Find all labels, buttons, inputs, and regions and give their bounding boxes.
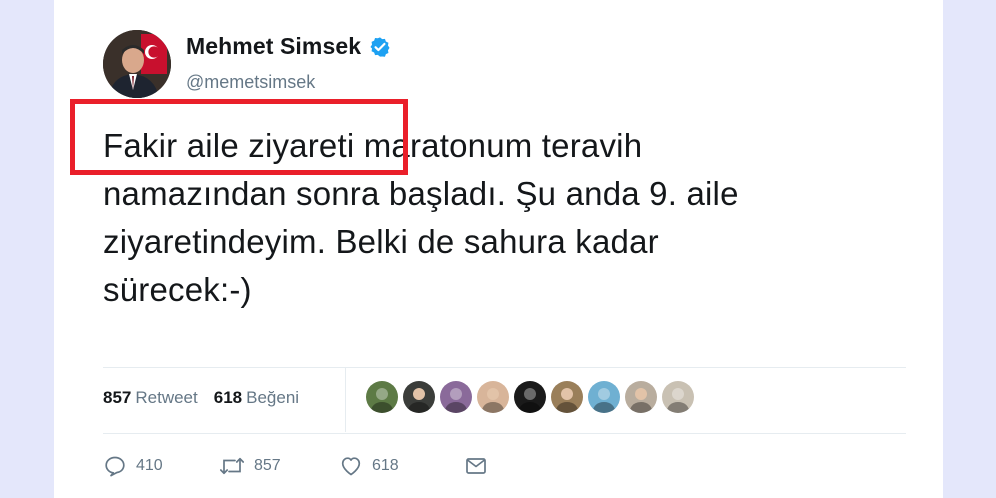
liker-avatar-image (403, 381, 435, 413)
like-action[interactable]: 618 (339, 454, 464, 478)
liker-avatar[interactable] (551, 381, 583, 413)
retweet-action[interactable]: 857 (219, 454, 339, 478)
author-handle[interactable]: @memetsimsek (186, 72, 315, 93)
liker-avatar[interactable] (625, 381, 657, 413)
retweet-count: 857 (254, 457, 281, 474)
retweet-stat-label: Retweet (135, 388, 198, 407)
liker-avatar-image (477, 381, 509, 413)
liker-avatar[interactable] (403, 381, 435, 413)
stats-top-divider (103, 367, 906, 368)
retweet-stat-count: 857 (103, 388, 132, 407)
liker-avatar[interactable] (366, 381, 398, 413)
tweet-actions: 410 857 618 (103, 454, 488, 478)
reply-action[interactable]: 410 (103, 454, 219, 478)
liker-avatar[interactable] (440, 381, 472, 413)
reply-icon (105, 456, 125, 477)
tweet-line-2: namazından sonra başladı. Şu anda 9. ail… (103, 175, 739, 212)
like-stat-count: 618 (213, 388, 243, 407)
like-stat[interactable]: 618 Beğeni (214, 388, 299, 408)
tweet-line-3: ziyaretindeyim. Belki de sahura kadar (103, 223, 659, 260)
retweet-stat[interactable]: 857 Retweet (103, 388, 198, 408)
liker-avatar-image (514, 381, 546, 413)
envelope-icon (466, 458, 486, 474)
retweet-icon (219, 457, 245, 475)
tweet-line-4: sürecek:-) (103, 271, 252, 308)
author-name-row[interactable]: Mehmet Simsek (186, 33, 391, 60)
liker-avatar-image (588, 381, 620, 413)
liker-avatar-image (625, 381, 657, 413)
liker-avatar[interactable] (588, 381, 620, 413)
liker-avatar[interactable] (514, 381, 546, 413)
tweet-stats: 857 Retweet 618 Beğeni (103, 388, 299, 408)
liker-avatar-image (662, 381, 694, 413)
liker-avatar-image (551, 381, 583, 413)
like-count: 618 (372, 457, 399, 474)
like-stat-label: Beğeni (246, 388, 300, 407)
avatar-image (103, 30, 171, 98)
author-avatar[interactable] (103, 30, 171, 98)
liker-avatar-image (366, 381, 398, 413)
reply-count: 410 (136, 457, 163, 474)
liker-avatar-image (440, 381, 472, 413)
liker-avatar[interactable] (662, 381, 694, 413)
heart-icon (341, 457, 361, 476)
author-name[interactable]: Mehmet Simsek (186, 33, 361, 60)
stats-separator (345, 368, 346, 432)
stats-bottom-divider (103, 433, 906, 434)
direct-message-action[interactable] (464, 454, 488, 478)
liker-avatars (366, 381, 694, 413)
liker-avatar[interactable] (477, 381, 509, 413)
highlight-annotation-box (70, 99, 408, 175)
verified-badge-icon (370, 36, 390, 57)
